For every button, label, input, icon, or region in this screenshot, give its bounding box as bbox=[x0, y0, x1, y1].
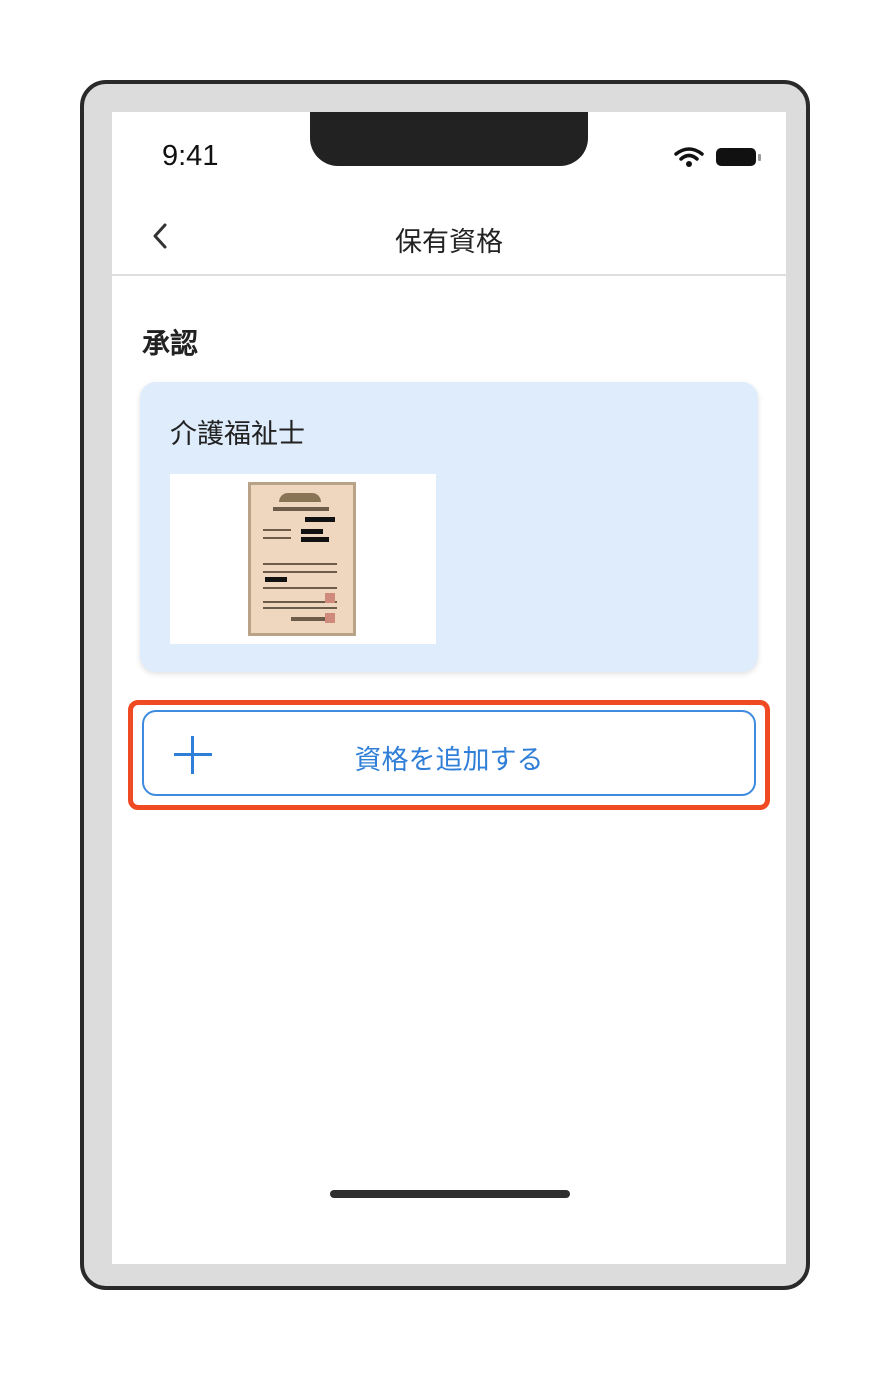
certificate-card[interactable]: 介護福祉士 bbox=[140, 382, 758, 672]
certificate-image bbox=[248, 482, 356, 636]
add-qualification-button[interactable]: 資格を追加する bbox=[142, 710, 756, 796]
add-qualification-label: 資格を追加する bbox=[354, 745, 544, 776]
battery-icon bbox=[716, 148, 761, 166]
certificate-title: 介護福祉士 bbox=[170, 419, 305, 450]
screen: 9:41 保有資格 承認 介護福祉士 資格を追加する bbox=[112, 112, 786, 1264]
phone-frame: 9:41 保有資格 承認 介護福祉士 資格を追加する bbox=[80, 80, 810, 1290]
status-time: 9:41 bbox=[162, 140, 219, 172]
wifi-icon bbox=[674, 147, 704, 167]
section-title: 承認 bbox=[142, 327, 199, 360]
page-title: 保有資格 bbox=[395, 227, 503, 258]
status-icons bbox=[674, 146, 761, 168]
home-indicator[interactable] bbox=[330, 1190, 570, 1198]
notch bbox=[310, 112, 588, 166]
certificate-thumbnail[interactable] bbox=[170, 474, 436, 644]
nav-bar: 保有資格 bbox=[112, 202, 786, 276]
